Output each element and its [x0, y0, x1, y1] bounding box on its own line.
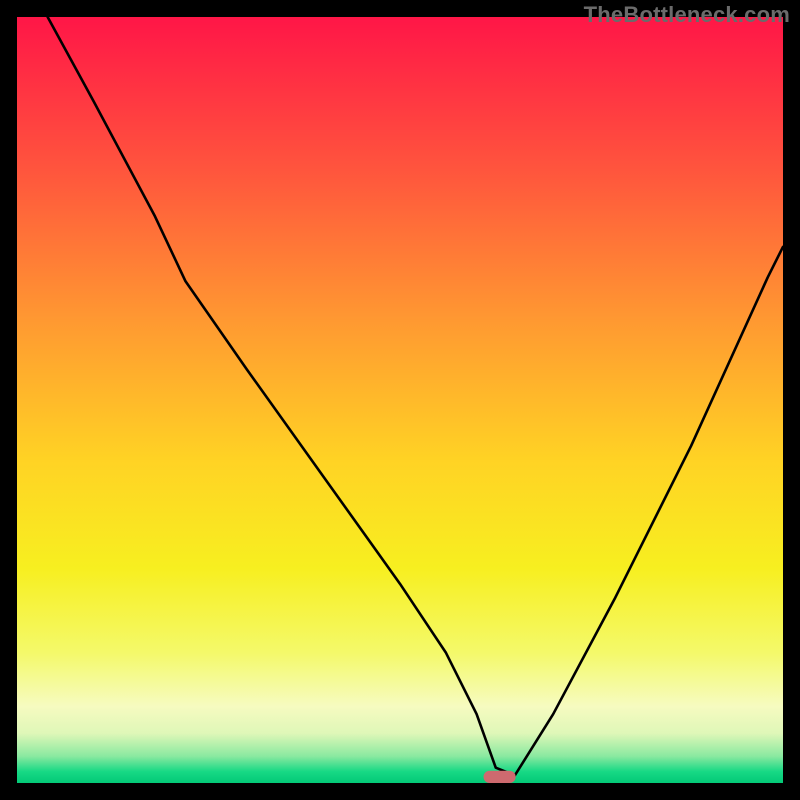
- watermark-text: TheBottleneck.com: [584, 2, 790, 28]
- chart-svg: [17, 17, 783, 783]
- chart-container: TheBottleneck.com: [0, 0, 800, 800]
- plot-area: [17, 17, 783, 783]
